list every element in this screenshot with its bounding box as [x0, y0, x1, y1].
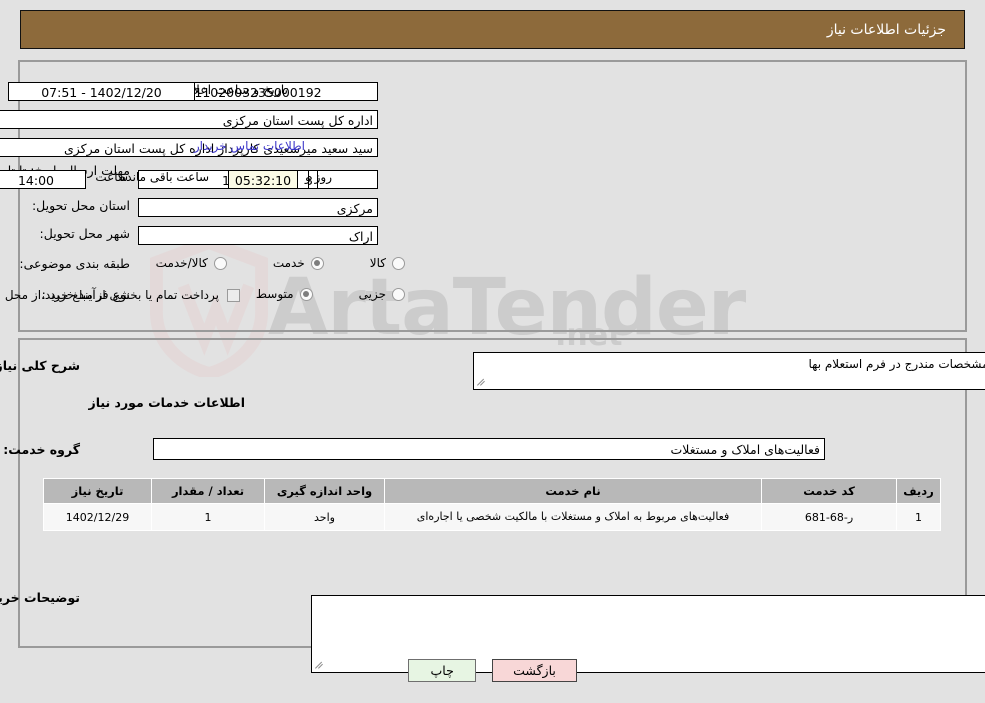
treasury-docs-checkbox-row[interactable]: پرداخت تمام یا بخشی از مبلغ خرید،از محل …	[0, 288, 240, 302]
public-announce-field[interactable]: 1402/12/20 - 07:51	[8, 82, 195, 101]
classification-radio-group: کالا خدمت کالا/خدمت	[156, 256, 405, 270]
service-group-label: گروه خدمت:	[3, 442, 80, 457]
radio-selected-icon[interactable]	[299, 287, 313, 301]
province-field[interactable]: مرکزی	[138, 198, 378, 217]
remaining-days-label: روز و	[305, 170, 332, 184]
cell-date: 1402/12/29	[43, 503, 152, 531]
table-row: 1 ر-68-681 فعالیت‌های مربوط به املاک و م…	[43, 503, 941, 531]
radio-icon[interactable]	[392, 287, 405, 301]
process-type-option-0[interactable]: جزیی	[359, 287, 405, 301]
process-type-option-1-label: متوسط	[255, 287, 294, 301]
th-unit: واحد اندازه گیری	[264, 478, 385, 504]
service-items-table: ردیف کد خدمت نام خدمت واحد اندازه گیری ت…	[43, 478, 941, 531]
action-button-bar: بازگشت چاپ	[0, 659, 985, 682]
th-index: ردیف	[896, 478, 941, 504]
cell-unit: واحد	[264, 503, 385, 531]
classification-label: طبقه بندی موضوعی:	[19, 256, 130, 271]
process-type-radio-group: جزیی متوسط	[256, 287, 405, 301]
buyer-notes-value	[312, 596, 985, 599]
classification-option-1-label: خدمت	[272, 256, 305, 270]
buyer-notes-label: توضیحات خریدار:	[0, 590, 80, 605]
city-label: شهر محل تحویل:	[39, 226, 130, 241]
process-type-option-0-label: جزیی	[358, 287, 386, 301]
table-header-row: ردیف کد خدمت نام خدمت واحد اندازه گیری ت…	[43, 478, 941, 504]
classification-option-2-label: کالا/خدمت	[155, 256, 208, 270]
classification-option-2[interactable]: کالا/خدمت	[156, 256, 227, 270]
radio-icon[interactable]	[213, 256, 227, 270]
service-items-table-wrapper: ردیف کد خدمت نام خدمت واحد اندازه گیری ت…	[43, 478, 941, 531]
remaining-time-field: 05:32:10	[228, 170, 298, 189]
checkbox-icon[interactable]	[227, 288, 240, 302]
description-label: شرح کلی نیاز:	[0, 358, 80, 373]
th-name: نام خدمت	[384, 478, 762, 504]
buyer-contact-link[interactable]: اطلاعات تماس خریدار	[194, 139, 305, 153]
classification-option-1[interactable]: خدمت	[273, 256, 324, 270]
page-title-bar: جزئیات اطلاعات نیاز	[20, 10, 965, 49]
treasury-docs-checkbox-label: پرداخت تمام یا بخشی از مبلغ خرید،از محل …	[0, 288, 219, 302]
th-code: کد خدمت	[761, 478, 897, 504]
page-title: جزئیات اطلاعات نیاز	[826, 21, 946, 38]
description-value: اجاره دفتر پست دودهک طبق مشخصات مندرج در…	[808, 357, 985, 371]
cell-code: ر-68-681	[761, 503, 897, 531]
service-group-field[interactable]: فعالیت‌های املاک و مستغلات	[153, 438, 825, 460]
classification-option-0[interactable]: کالا	[370, 256, 405, 270]
classification-option-0-label: کالا	[369, 256, 386, 270]
services-section-heading: اطلاعات خدمات مورد نیاز	[88, 395, 246, 410]
resize-grip-icon[interactable]	[477, 377, 487, 387]
th-date: تاریخ نیاز	[43, 478, 152, 504]
process-type-option-1[interactable]: متوسط	[256, 287, 313, 301]
radio-selected-icon[interactable]	[310, 256, 324, 270]
cell-index: 1	[896, 503, 941, 531]
city-field[interactable]: اراک	[138, 226, 378, 245]
print-button[interactable]: چاپ	[408, 659, 477, 682]
remaining-time-label: ساعت باقی مانده	[120, 170, 210, 184]
cell-name: فعالیت‌های مربوط به املاک و مستغلات با م…	[384, 503, 762, 531]
deadline-time-field[interactable]: 14:00	[0, 170, 86, 189]
radio-icon[interactable]	[392, 256, 405, 270]
province-label: استان محل تحویل:	[31, 198, 130, 213]
buyer-org-field[interactable]: اداره کل پست استان مرکزی	[0, 110, 378, 129]
description-textarea[interactable]: اجاره دفتر پست دودهک طبق مشخصات مندرج در…	[473, 352, 985, 390]
back-button[interactable]: بازگشت	[492, 659, 577, 682]
th-qty: تعداد / مقدار	[151, 478, 265, 504]
cell-qty: 1	[151, 503, 265, 531]
creator-field[interactable]: سید سعید میرسعیدی کارپرداز اداره کل پست …	[0, 138, 378, 157]
